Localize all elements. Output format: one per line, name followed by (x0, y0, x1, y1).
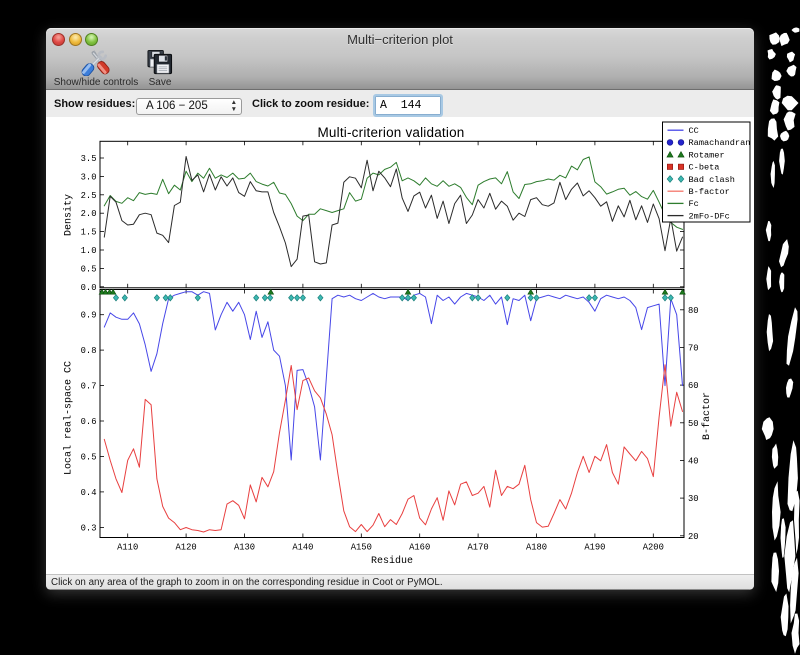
svg-text:A140: A140 (292, 543, 313, 553)
svg-text:2.5: 2.5 (81, 191, 97, 201)
svg-text:B-factor: B-factor (689, 187, 730, 197)
svg-text:0.3: 0.3 (81, 523, 97, 533)
svg-text:2mFo-DFc: 2mFo-DFc (689, 211, 730, 221)
svg-text:A190: A190 (584, 543, 605, 553)
svg-text:50: 50 (688, 419, 699, 429)
svg-text:0.6: 0.6 (81, 417, 97, 427)
svg-text:60: 60 (688, 381, 699, 391)
svg-text:C-beta: C-beta (689, 163, 720, 173)
svg-text:Rotamer: Rotamer (689, 150, 725, 160)
svg-text:Bad clash: Bad clash (689, 175, 735, 185)
svg-text:0.5: 0.5 (81, 453, 97, 463)
svg-text:0.7: 0.7 (81, 382, 97, 392)
svg-text:A130: A130 (234, 543, 255, 553)
svg-text:80: 80 (688, 306, 699, 316)
svg-text:Residue: Residue (371, 555, 413, 567)
svg-text:A150: A150 (351, 543, 372, 553)
svg-text:Fc: Fc (689, 199, 699, 209)
svg-text:Density: Density (63, 194, 75, 236)
svg-text:20: 20 (688, 532, 699, 542)
svg-text:A120: A120 (176, 543, 197, 553)
svg-text:CC: CC (689, 126, 699, 136)
svg-text:A200: A200 (643, 543, 664, 553)
svg-text:B-factor: B-factor (701, 392, 713, 440)
svg-text:A170: A170 (468, 543, 489, 553)
svg-text:3.0: 3.0 (81, 172, 97, 182)
svg-text:30: 30 (688, 494, 699, 504)
svg-text:1.0: 1.0 (81, 246, 97, 256)
svg-text:A160: A160 (409, 543, 430, 553)
svg-text:70: 70 (688, 344, 699, 354)
svg-text:0.0: 0.0 (81, 283, 97, 293)
svg-text:40: 40 (688, 456, 699, 466)
svg-text:A180: A180 (526, 543, 547, 553)
svg-text:Ramachandran: Ramachandran (689, 138, 751, 148)
svg-text:0.8: 0.8 (81, 346, 97, 356)
svg-text:1.5: 1.5 (81, 228, 97, 238)
svg-text:0.9: 0.9 (81, 311, 97, 321)
svg-text:A110: A110 (117, 543, 138, 553)
svg-text:3.5: 3.5 (81, 154, 97, 164)
svg-text:Local real-space CC: Local real-space CC (63, 361, 75, 475)
svg-text:Multi-criterion validation: Multi-criterion validation (317, 125, 464, 140)
svg-text:0.4: 0.4 (81, 488, 97, 498)
svg-text:2.0: 2.0 (81, 209, 97, 219)
svg-text:0.5: 0.5 (81, 264, 97, 274)
